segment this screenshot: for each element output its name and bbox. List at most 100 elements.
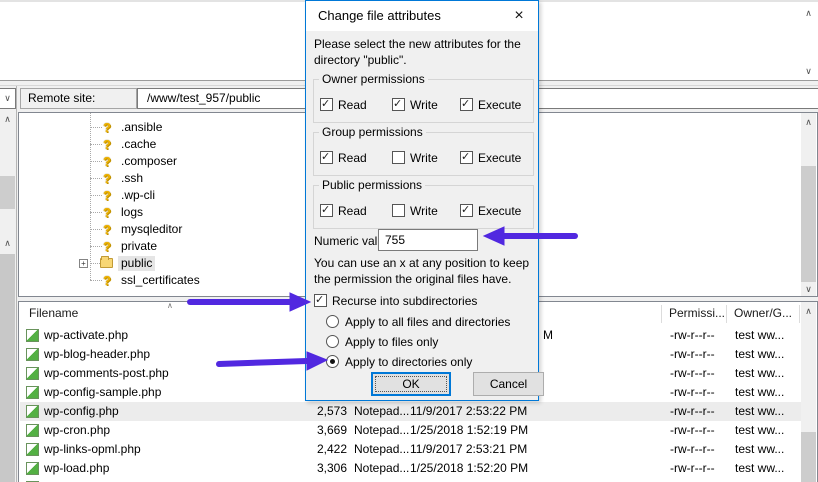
table-row-partial[interactable] (20, 478, 804, 482)
public-write-checkbox[interactable]: ✓ Write (392, 203, 452, 219)
radio-apply-all[interactable]: Apply to all files and directories (326, 314, 536, 330)
php-file-icon (26, 462, 39, 475)
scrollbar-thumb[interactable] (0, 254, 15, 482)
remote-path-value[interactable]: /www/test_957/public (147, 89, 260, 108)
checkbox[interactable]: ✓ (460, 204, 473, 217)
tree-item-label[interactable]: .wp-cli (118, 188, 158, 203)
file-list-scrollbar[interactable]: ∧ (801, 302, 816, 482)
check-icon: ✓ (393, 97, 402, 110)
radio-button[interactable] (326, 355, 339, 368)
close-icon[interactable]: × (506, 3, 532, 29)
checkbox[interactable]: ✓ (392, 98, 405, 111)
radio-button[interactable] (326, 315, 339, 328)
check-icon: ✓ (461, 97, 470, 110)
unknown-folder-icon: ? (100, 239, 114, 254)
numeric-value-input[interactable]: 755 (378, 229, 478, 251)
php-file-icon (26, 386, 39, 399)
check-icon: ✓ (321, 97, 330, 110)
scroll-up-icon[interactable]: ∧ (801, 115, 816, 130)
group-label: Owner permissions (319, 72, 428, 86)
scrollbar-thumb[interactable] (0, 176, 15, 209)
group-execute-checkbox[interactable]: ✓ Execute (460, 150, 530, 166)
checkbox[interactable]: ✓ (460, 151, 473, 164)
table-row-selected[interactable]: wp-config.php 2,573 Notepad... 11/9/2017… (20, 402, 804, 421)
scrollbar-thumb[interactable] (801, 432, 816, 482)
scroll-down-icon[interactable]: ∨ (801, 64, 816, 79)
owner-permissions-group: Owner permissions ✓ Read ✓ Write ✓ Execu… (313, 79, 534, 123)
message-log-scrollbar[interactable]: ∧ ∨ (801, 4, 817, 80)
local-site-combo-arrow-icon[interactable]: ∨ (0, 88, 16, 109)
owner-read-checkbox[interactable]: ✓ Read (320, 97, 380, 113)
check-icon: ✓ (461, 203, 470, 216)
radio-apply-directories-only[interactable]: Apply to directories only (326, 354, 536, 370)
tree-item-label[interactable]: .ansible (118, 120, 165, 135)
checkbox[interactable]: ✓ (460, 98, 473, 111)
php-file-icon (26, 405, 39, 418)
local-list-scrollbar[interactable]: ∧ (0, 234, 15, 482)
column-header-owner[interactable]: Owner/G... (734, 306, 792, 320)
tree-item-label[interactable]: ssl_certificates (118, 273, 203, 288)
radio-button[interactable] (326, 335, 339, 348)
radio-apply-files-only[interactable]: Apply to files only (326, 334, 536, 350)
tree-item-label[interactable]: .cache (118, 137, 159, 152)
group-label: Group permissions (319, 125, 426, 139)
tree-item-label[interactable]: logs (118, 205, 146, 220)
checkbox[interactable]: ✓ (320, 151, 333, 164)
check-icon: ✓ (321, 150, 330, 163)
unknown-folder-icon: ? (100, 188, 114, 203)
change-file-attributes-dialog: Change file attributes × Please select t… (305, 0, 539, 401)
check-icon: ✓ (461, 150, 470, 163)
checkbox[interactable]: ✓ (392, 151, 405, 164)
tree-item-label[interactable]: public (118, 256, 155, 271)
scroll-up-icon[interactable]: ∧ (0, 112, 15, 127)
checkbox[interactable]: ✓ (314, 294, 327, 307)
owner-write-checkbox[interactable]: ✓ Write (392, 97, 452, 113)
unknown-folder-icon: ? (100, 137, 114, 152)
remote-tree-scrollbar[interactable]: ∧ ∨ (801, 113, 816, 296)
filezilla-window: ∧ ∨ ∨ ∧ ∨ ∧ Remote site: /www/test_957/p… (0, 0, 818, 482)
owner-execute-checkbox[interactable]: ✓ Execute (460, 97, 530, 113)
scroll-down-icon[interactable]: ∨ (801, 282, 816, 297)
scrollbar-thumb[interactable] (801, 166, 816, 282)
expand-plus-icon[interactable]: + (79, 259, 88, 268)
column-header-filename[interactable]: Filename (29, 306, 78, 320)
table-row[interactable]: wp-links-opml.php 2,422 Notepad... 11/9/… (20, 440, 804, 459)
scroll-up-icon[interactable]: ∧ (801, 304, 816, 319)
checkbox[interactable]: ✓ (320, 204, 333, 217)
cancel-button[interactable]: Cancel (473, 372, 544, 396)
check-icon: ✓ (315, 293, 324, 306)
tree-item-label[interactable]: private (118, 239, 160, 254)
scroll-up-icon[interactable]: ∧ (0, 236, 15, 251)
folder-icon (100, 258, 113, 268)
column-header-permissions[interactable]: Permissi... (669, 306, 725, 320)
check-icon: ✓ (321, 203, 330, 216)
php-file-icon (26, 424, 39, 437)
unknown-folder-icon: ? (100, 222, 114, 237)
unknown-folder-icon: ? (100, 120, 114, 135)
group-write-checkbox[interactable]: ✓ Write (392, 150, 452, 166)
dialog-title: Change file attributes (318, 8, 441, 23)
unknown-folder-icon: ? (100, 205, 114, 220)
local-pane-cropped-strip: ∨ ∧ ∨ ∧ (0, 86, 17, 482)
public-read-checkbox[interactable]: ✓ Read (320, 203, 380, 219)
scroll-up-icon[interactable]: ∧ (801, 6, 816, 21)
group-read-checkbox[interactable]: ✓ Read (320, 150, 380, 166)
tree-item-label[interactable]: mysqleditor (118, 222, 185, 237)
table-row[interactable]: wp-load.php 3,306 Notepad... 1/25/2018 1… (20, 459, 804, 478)
checkbox[interactable]: ✓ (320, 98, 333, 111)
php-file-icon (26, 329, 39, 342)
recurse-checkbox[interactable]: ✓ Recurse into subdirectories (314, 293, 534, 309)
dialog-titlebar[interactable]: Change file attributes × (306, 1, 538, 31)
public-execute-checkbox[interactable]: ✓ Execute (460, 203, 530, 219)
unknown-folder-icon: ? (100, 273, 114, 288)
table-row[interactable]: wp-cron.php 3,669 Notepad... 1/25/2018 1… (20, 421, 804, 440)
numeric-value-text: 755 (385, 233, 405, 247)
group-permissions-group: Group permissions ✓ Read ✓ Write ✓ Execu… (313, 132, 534, 176)
sort-asc-icon: ∧ (167, 301, 173, 310)
dialog-hint-text: You can use an x at any position to keep… (314, 256, 540, 287)
checkbox[interactable]: ✓ (392, 204, 405, 217)
tree-item-label[interactable]: .ssh (118, 171, 146, 186)
tree-item-label[interactable]: .composer (118, 154, 180, 169)
ok-button[interactable]: OK (371, 372, 451, 396)
php-file-icon (26, 348, 39, 361)
